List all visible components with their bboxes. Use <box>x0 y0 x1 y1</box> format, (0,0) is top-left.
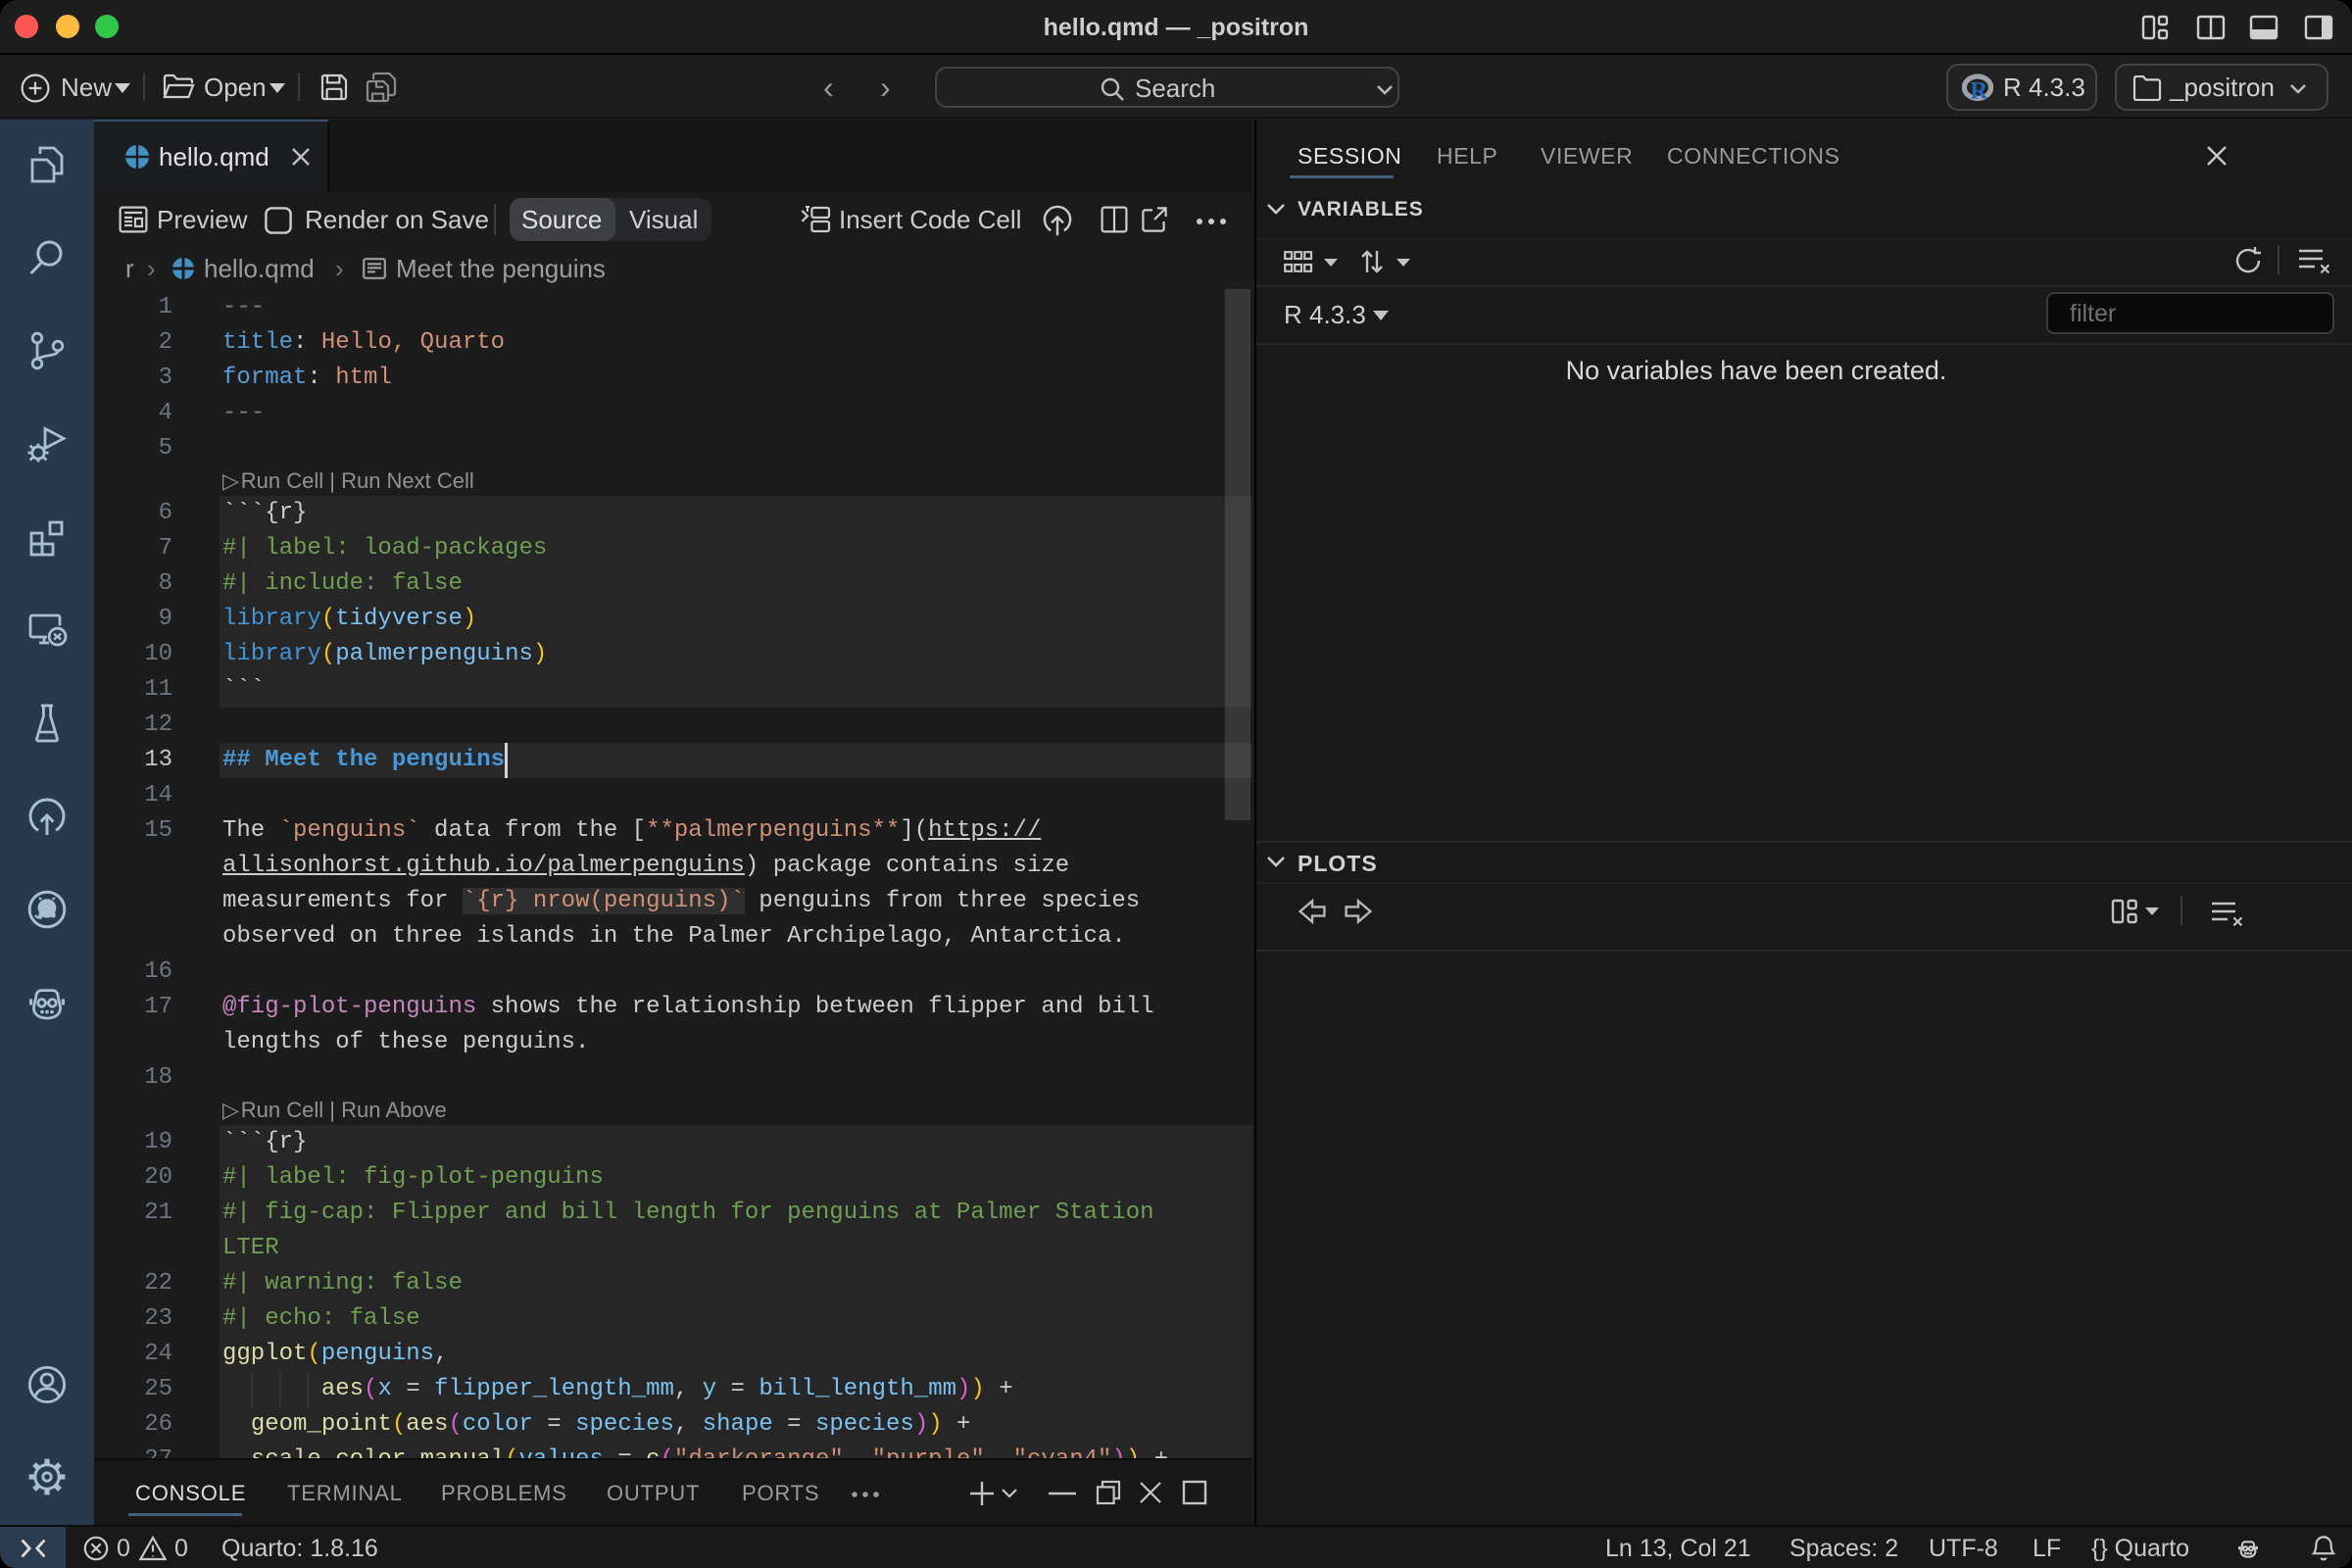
svg-text:R: R <box>1970 77 1988 104</box>
